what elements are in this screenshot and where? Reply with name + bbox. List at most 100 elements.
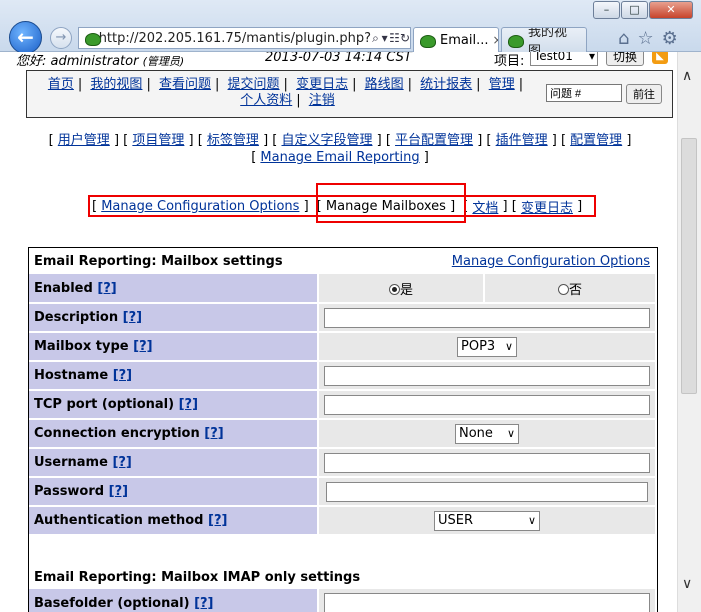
- scroll-up-icon[interactable]: ∧: [682, 68, 692, 84]
- menu-view-issues[interactable]: 查看问题: [159, 77, 211, 92]
- help-link-encryption[interactable]: [?]: [204, 426, 223, 441]
- jump-button[interactable]: 前往: [626, 84, 662, 104]
- login-info-bar: 您好: administrator (管理员) 2013-07-03 14:14…: [16, 52, 676, 69]
- row-encryption: Connection encryption [?] None ∨: [29, 419, 655, 449]
- enabled-yes-option[interactable]: 是: [318, 274, 485, 304]
- compatibility-icon[interactable]: ☷: [389, 31, 400, 45]
- tcp-port-input[interactable]: [324, 394, 650, 415]
- row-username: Username [?]: [29, 448, 655, 478]
- menu-report-issue[interactable]: 提交问题: [228, 77, 280, 92]
- chevron-down-icon: ∨: [527, 513, 536, 527]
- nav-manage-users[interactable]: 用户管理: [58, 133, 110, 148]
- tcp-port-label: TCP port (optional): [34, 397, 175, 412]
- help-link-hostname[interactable]: [?]: [113, 368, 132, 383]
- rss-icon[interactable]: ◣: [652, 52, 668, 64]
- toolbar-icons: ⌂ ☆ ⚙: [618, 28, 678, 49]
- tab-favicon-icon: [506, 32, 524, 48]
- nav-manage-tags[interactable]: 标签管理: [207, 133, 259, 148]
- favorites-star-icon[interactable]: ☆: [637, 28, 653, 49]
- hostname-label: Hostname: [34, 368, 109, 383]
- nav-manage-custom-fields[interactable]: 自定义字段管理: [281, 133, 372, 148]
- help-link-tcp-port[interactable]: [?]: [179, 397, 198, 412]
- address-url[interactable]: http://202.205.161.75/mantis/plugin.php?: [99, 31, 371, 46]
- scroll-down-icon[interactable]: ∨: [682, 576, 692, 592]
- forward-button[interactable]: →: [50, 27, 72, 49]
- menu-my-view[interactable]: 我的视图: [90, 77, 142, 92]
- tab-my-view[interactable]: 我的视图...: [501, 27, 587, 52]
- menu-my-account[interactable]: 个人资料: [240, 93, 292, 108]
- help-link-username[interactable]: [?]: [112, 455, 131, 470]
- basefolder-input[interactable]: [324, 593, 650, 612]
- tab-close-icon[interactable]: ×: [492, 33, 498, 47]
- browser-chrome: – □ ✕ ← → http://202.205.161.75/mantis/p…: [0, 0, 701, 54]
- page-viewport: 您好: administrator (管理员) 2013-07-03 14:14…: [0, 52, 677, 612]
- header-config-options-link[interactable]: Manage Configuration Options: [452, 254, 650, 269]
- mailbox-settings-title: Email Reporting: Mailbox settings: [29, 248, 318, 274]
- nav-manage-profiles[interactable]: 平台配置管理: [395, 133, 473, 148]
- vertical-scrollbar[interactable]: ∧ ∨: [677, 52, 701, 612]
- tab-email[interactable]: Email... ×: [413, 27, 499, 52]
- menu-home[interactable]: 首页: [48, 77, 74, 92]
- row-mailbox-type: Mailbox type [?] POP3 ∨: [29, 332, 655, 362]
- maximize-button[interactable]: □: [621, 1, 648, 19]
- encryption-select[interactable]: None ∨: [455, 423, 519, 444]
- description-input[interactable]: [324, 307, 650, 328]
- nav-manage-email-reporting[interactable]: Manage Email Reporting: [260, 150, 419, 165]
- mailbox-settings-panel: Email Reporting: Mailbox settings Manage…: [28, 247, 658, 612]
- row-password: Password [?]: [29, 477, 655, 507]
- username-input[interactable]: [324, 452, 650, 473]
- settings-gear-icon[interactable]: ⚙: [662, 28, 678, 49]
- tab-label: Email...: [440, 32, 489, 48]
- auth-method-label: Authentication method: [34, 513, 204, 528]
- hostname-input[interactable]: [324, 365, 650, 386]
- menu-roadmap[interactable]: 路线图: [365, 77, 404, 92]
- section-spacer: [29, 535, 655, 565]
- window-controls: – □ ✕: [592, 1, 693, 19]
- help-link-description[interactable]: [?]: [123, 310, 142, 325]
- row-description: Description [?]: [29, 303, 655, 333]
- menu-logout[interactable]: 注销: [309, 93, 335, 108]
- nav-manage-projects[interactable]: 项目管理: [132, 133, 184, 148]
- help-link-mailbox-type[interactable]: [?]: [133, 339, 152, 354]
- menu-summary[interactable]: 统计报表: [420, 77, 472, 92]
- help-link-password[interactable]: [?]: [109, 484, 128, 499]
- switch-project-button[interactable]: 切换: [606, 52, 645, 66]
- nav-manage-config[interactable]: 配置管理: [570, 133, 622, 148]
- enabled-no-option[interactable]: 否: [484, 274, 655, 304]
- menu-changelog[interactable]: 变更日志: [296, 77, 348, 92]
- password-label: Password: [34, 484, 105, 499]
- auth-method-select[interactable]: USER ∨: [434, 510, 540, 531]
- dropdown-arrow-icon[interactable]: ▾: [380, 31, 389, 45]
- forward-arrow-icon: →: [55, 30, 67, 45]
- issue-number-input[interactable]: [546, 84, 622, 102]
- mailbox-type-select[interactable]: POP3 ∨: [457, 336, 517, 357]
- admin-nav: [ 用户管理 ] [ 项目管理 ] [ 标签管理 ] [ 自定义字段管理 ] […: [48, 133, 632, 165]
- radio-selected-icon[interactable]: [388, 283, 400, 295]
- tab-favicon-icon: [418, 32, 436, 48]
- menu-manage[interactable]: 管理: [489, 77, 515, 92]
- address-bar[interactable]: http://202.205.161.75/mantis/plugin.php?…: [78, 27, 411, 49]
- radio-unselected-icon[interactable]: [557, 283, 569, 295]
- refresh-icon[interactable]: ↻: [400, 31, 410, 45]
- nav-manage-plugins[interactable]: 插件管理: [496, 133, 548, 148]
- search-icon[interactable]: ⌕: [371, 31, 380, 46]
- help-link-enabled[interactable]: [?]: [97, 281, 116, 296]
- help-link-auth-method[interactable]: [?]: [208, 513, 227, 528]
- row-hostname: Hostname [?]: [29, 361, 655, 391]
- home-icon[interactable]: ⌂: [618, 28, 629, 49]
- help-link-basefolder[interactable]: [?]: [194, 596, 213, 611]
- row-enabled: Enabled [?] 是 否: [29, 274, 655, 304]
- close-window-button[interactable]: ✕: [649, 1, 693, 19]
- issue-jump: 前往: [546, 84, 662, 104]
- row-basefolder: Basefolder (optional) [?]: [29, 589, 655, 612]
- enabled-label: Enabled: [34, 280, 93, 296]
- minimize-button[interactable]: –: [593, 1, 620, 19]
- project-label: 项目:: [494, 54, 525, 69]
- scrollbar-thumb[interactable]: [681, 138, 697, 394]
- greeting-text: 您好: administrator (管理员): [16, 54, 185, 69]
- project-select[interactable]: Test01 ▾: [530, 52, 598, 66]
- back-arrow-icon: ←: [17, 25, 34, 49]
- password-input[interactable]: [326, 481, 648, 502]
- back-button[interactable]: ←: [9, 21, 42, 54]
- username-label: Username: [34, 455, 108, 470]
